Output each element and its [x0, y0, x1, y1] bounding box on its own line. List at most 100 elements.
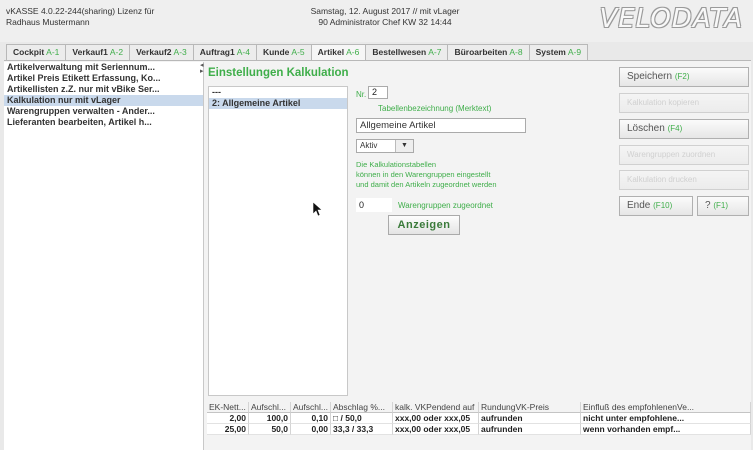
tab-key: A-9	[567, 47, 582, 57]
function-list: Artikelverwaltung mit Seriennum... Artik…	[4, 62, 204, 450]
info-line: können in den Warengruppen eingestellt	[356, 170, 491, 179]
list-item[interactable]: Artikellisten z.Z. nur mit vBike Ser...	[4, 84, 203, 95]
copy-button[interactable]: Kalkulation kopieren	[619, 93, 749, 113]
main-tabs: Cockpit A-1 Verkauf1 A-2 Verkauf2 A-3 Auftr…	[6, 44, 589, 60]
table-row[interactable]: 2,00 100,0 0,10 □ / 50,0 xxx,00 oder xxx…	[207, 413, 751, 424]
table-name-label: Tabellenbezeichnung (Merktext)	[378, 104, 492, 113]
button-key: (F1)	[713, 201, 729, 210]
status-select[interactable]: Aktiv ▼	[356, 139, 414, 153]
table-row[interactable]: 25,00 50,0 0,00 33,3 / 33,3 xxx,00 oder …	[207, 424, 751, 435]
button-label: Löschen	[627, 123, 665, 134]
table-name-input[interactable]: Allgemeine Artikel	[356, 118, 526, 133]
license-line: vKASSE 4.0.22-244(sharing) Lizenz für	[6, 6, 155, 16]
table-cell[interactable]: aufrunden	[479, 413, 581, 424]
delete-button[interactable]: Löschen (F4)	[619, 119, 749, 139]
chevron-down-icon[interactable]: ▼	[395, 140, 413, 152]
tab-artikel[interactable]: Artikel A-6	[310, 44, 367, 60]
tab-key: A-7	[428, 47, 442, 57]
table-cell[interactable]: aufrunden	[479, 424, 581, 435]
tab-label: Verkauf1	[72, 47, 108, 57]
help-button[interactable]: ? (F1)	[697, 196, 749, 216]
tab-bueroarbeiten[interactable]: Büroarbeiten A-8	[447, 44, 530, 60]
list-item[interactable]: ---	[209, 87, 347, 98]
end-button[interactable]: Ende (F10)	[619, 196, 693, 216]
info-text: Die Kalkulationstabellen können in den W…	[356, 160, 536, 190]
table-cell[interactable]: xxx,00 oder xxx,05	[393, 413, 479, 424]
list-item[interactable]: Lieferanten bearbeiten, Artikel h...	[4, 117, 203, 128]
product-group-count: 0	[356, 198, 392, 212]
shop-name: Radhaus Mustermann	[6, 17, 90, 27]
tab-verkauf2[interactable]: Verkauf2 A-3	[129, 44, 194, 60]
nr-field[interactable]: 2	[368, 86, 388, 99]
tab-cockpit[interactable]: Cockpit A-1	[6, 44, 67, 60]
tab-key: A-6	[346, 47, 360, 57]
column-header[interactable]: EK-Nett...	[207, 402, 249, 413]
button-label: Speichern	[627, 71, 673, 82]
session-info: Samstag, 12. August 2017 // mit vLager 9…	[300, 6, 470, 28]
tab-label: Auftrag1	[199, 47, 235, 57]
table-cell[interactable]: xxx,00 oder xxx,05	[393, 424, 479, 435]
list-item-selected[interactable]: 2: Allgemeine Artikel	[209, 98, 347, 109]
button-key: Warengruppen zuordnen	[627, 150, 716, 159]
product-group-label: Warengruppen zugeordnet	[398, 201, 493, 210]
table-cell[interactable]: nicht unter empfohlene...	[581, 413, 751, 424]
show-button[interactable]: Anzeigen	[388, 215, 460, 235]
license-info: vKASSE 4.0.22-244(sharing) Lizenz für Ra…	[6, 6, 154, 28]
tab-key: A-2	[109, 47, 124, 57]
user-text: 90 Administrator Chef KW 32 14:44	[318, 17, 452, 27]
tab-key: A-8	[509, 47, 523, 57]
table-cell[interactable]: 25,00	[207, 424, 249, 435]
tab-bestellwesen[interactable]: Bestellwesen A-7	[365, 44, 449, 60]
grid-header: EK-Nett... Aufschl... Aufschl... Abschla…	[207, 402, 751, 413]
column-header[interactable]: Abschlag %...	[331, 402, 393, 413]
tab-key: A-5	[291, 47, 305, 57]
tab-label: System	[535, 47, 566, 57]
list-item[interactable]: Artikelverwaltung mit Seriennum...	[4, 62, 203, 73]
table-cell[interactable]: □ / 50,0	[331, 413, 393, 424]
column-header[interactable]: kalk. VKPendend auf	[393, 402, 479, 413]
column-header[interactable]: RundungVK-Preis	[479, 402, 581, 413]
column-header[interactable]: Einfluß des empfohlenenVe...	[581, 402, 751, 413]
tab-key: A-4	[236, 47, 250, 57]
table-cell[interactable]: 100,0	[249, 413, 291, 424]
table-cell[interactable]: 0,00	[291, 424, 331, 435]
tab-verkauf1[interactable]: Verkauf1 A-2	[65, 44, 131, 60]
mouse-cursor-icon	[313, 202, 323, 216]
table-cell[interactable]: 33,3 / 33,3	[331, 424, 393, 435]
column-header[interactable]: Aufschl...	[249, 402, 291, 413]
tab-system[interactable]: System A-9	[528, 44, 589, 60]
table-cell[interactable]: wenn vorhanden empf...	[581, 424, 751, 435]
status-value: Aktiv	[360, 141, 378, 150]
tab-label: Verkauf2	[136, 47, 172, 57]
tab-label: Kunde	[262, 47, 290, 57]
assign-groups-button[interactable]: Warengruppen zuordnen	[619, 145, 749, 165]
button-key: (F2)	[674, 72, 690, 81]
column-header[interactable]: Aufschl...	[291, 402, 331, 413]
page-title: Einstellungen Kalkulation	[208, 67, 349, 79]
button-key: Kalkulation drucken	[627, 175, 697, 184]
tab-label: Büroarbeiten	[454, 47, 508, 57]
tab-kunde[interactable]: Kunde A-5	[255, 44, 312, 60]
list-item[interactable]: Warengruppen verwalten - Ander...	[4, 106, 203, 117]
tab-key: A-1	[46, 47, 60, 57]
tab-label: Cockpit	[13, 47, 45, 57]
nr-label: Nr.	[356, 90, 367, 99]
calculation-table-list: --- 2: Allgemeine Artikel	[208, 86, 348, 396]
table-cell[interactable]: 2,00	[207, 413, 249, 424]
save-button[interactable]: Speichern (F2)	[619, 67, 749, 87]
date-text: Samstag, 12. August 2017 // mit vLager	[310, 6, 460, 16]
scroll-arrows-icon[interactable]: ◂ ▸	[200, 62, 205, 75]
button-key: (F10)	[653, 201, 673, 210]
list-item-selected[interactable]: Kalkulation nur mit vLager	[4, 95, 203, 106]
velodata-logo: VELODATA	[599, 4, 743, 34]
table-cell[interactable]: 0,10	[291, 413, 331, 424]
calculation-grid: EK-Nett... Aufschl... Aufschl... Abschla…	[207, 402, 751, 435]
info-line: Die Kalkulationstabellen	[356, 160, 437, 169]
button-label: ?	[705, 200, 711, 211]
tab-label: Artikel	[317, 47, 345, 57]
table-cell[interactable]: 50,0	[249, 424, 291, 435]
print-button[interactable]: Kalkulation drucken	[619, 170, 749, 190]
list-item[interactable]: Artikel Preis Etikett Erfassung, Ko...	[4, 73, 203, 84]
tab-auftrag1[interactable]: Auftrag1 A-4	[192, 44, 257, 60]
button-label: Ende	[627, 200, 651, 211]
